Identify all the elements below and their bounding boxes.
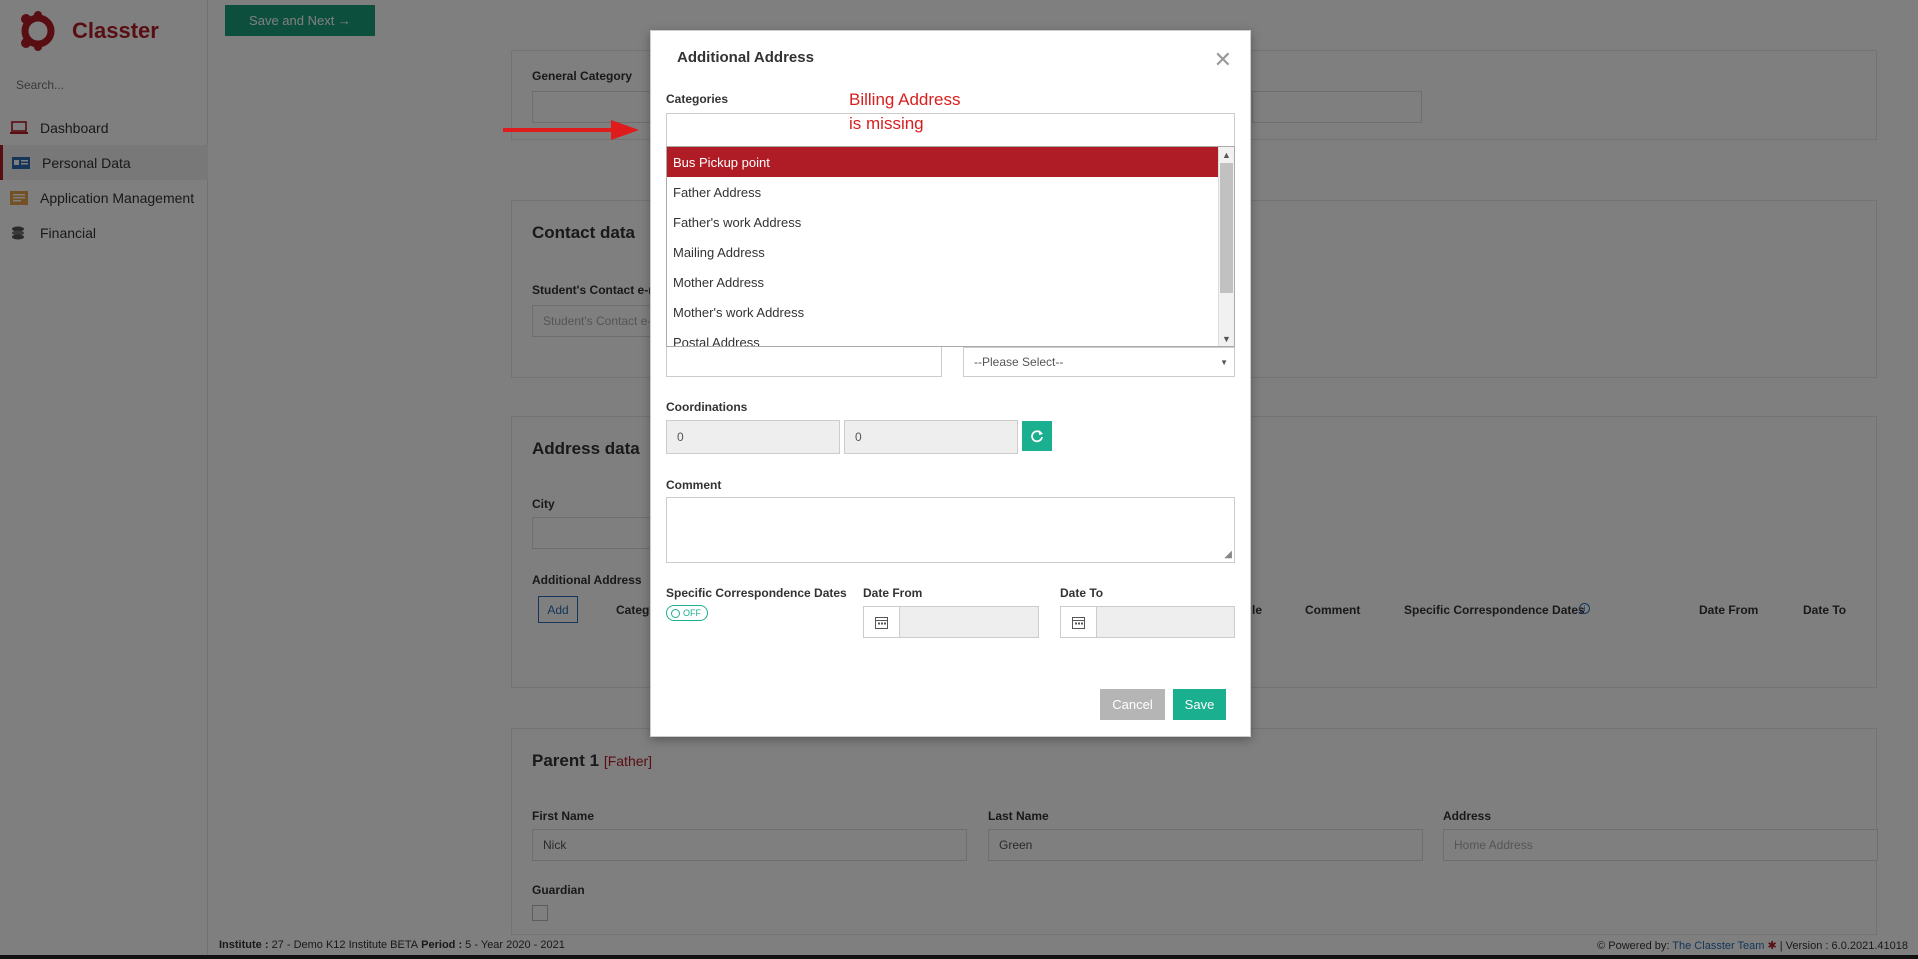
category-option[interactable]: Mailing Address [667, 237, 1234, 267]
modal-title: Additional Address [677, 49, 814, 66]
date-from-calendar-button[interactable] [863, 606, 900, 638]
save-button[interactable]: Save [1173, 689, 1226, 720]
latitude-input[interactable]: 0 [666, 420, 840, 454]
category-option[interactable]: Bus Pickup point [667, 147, 1234, 177]
date-to-input[interactable] [1096, 606, 1235, 638]
calendar-icon [1072, 616, 1085, 629]
annotation-line: Billing Address [849, 90, 961, 109]
cancel-button[interactable]: Cancel [1100, 689, 1165, 720]
comment-label: Comment [666, 478, 722, 492]
categories-label: Categories [666, 92, 729, 106]
dropdown-scrollbar[interactable]: ▲ ▼ [1218, 147, 1234, 346]
close-icon[interactable]: ✕ [1214, 47, 1232, 73]
longitude-input[interactable]: 0 [844, 420, 1018, 454]
red-arrow-icon [503, 120, 639, 140]
category-option[interactable]: Father's work Address [667, 207, 1234, 237]
specific-dates-label: Specific Correspondence Dates [666, 586, 847, 600]
toggle-label: OFF [683, 608, 701, 618]
date-from-input[interactable] [899, 606, 1039, 638]
refresh-icon [1031, 430, 1043, 443]
address-input[interactable] [666, 347, 942, 377]
category-option[interactable]: Mother's work Address [667, 297, 1234, 327]
scroll-thumb[interactable] [1220, 163, 1233, 293]
date-to-label: Date To [1060, 586, 1104, 600]
category-option[interactable]: Father Address [667, 177, 1234, 207]
resize-handle-icon[interactable]: ◢ [1224, 549, 1232, 560]
chevron-down-icon: ▼ [1220, 357, 1228, 367]
date-to-calendar-button[interactable] [1060, 606, 1097, 638]
coordinations-label: Coordinations [666, 400, 748, 414]
toggle-knob [671, 608, 680, 618]
date-from-label: Date From [863, 586, 923, 600]
calendar-icon [875, 616, 888, 629]
comment-textarea[interactable]: ◢ [666, 497, 1235, 563]
annotation-line: is missing [849, 114, 924, 133]
annotation-note: Billing Address is missing [849, 88, 1049, 136]
please-select-dropdown[interactable]: --Please Select-- ▼ [963, 347, 1235, 377]
please-select-text: --Please Select-- [974, 355, 1064, 369]
additional-address-modal: Additional Address ✕ Categories Bus Pick… [650, 30, 1251, 737]
scroll-down-icon[interactable]: ▼ [1219, 331, 1234, 346]
categories-dropdown-list[interactable]: Bus Pickup point Father Address Father's… [666, 146, 1235, 347]
category-option[interactable]: Mother Address [667, 267, 1234, 297]
scroll-up-icon[interactable]: ▲ [1219, 147, 1234, 162]
category-option[interactable]: Postal Address [667, 327, 1234, 347]
refresh-coordinates-button[interactable] [1022, 421, 1052, 451]
specific-dates-toggle[interactable]: OFF [666, 605, 708, 621]
